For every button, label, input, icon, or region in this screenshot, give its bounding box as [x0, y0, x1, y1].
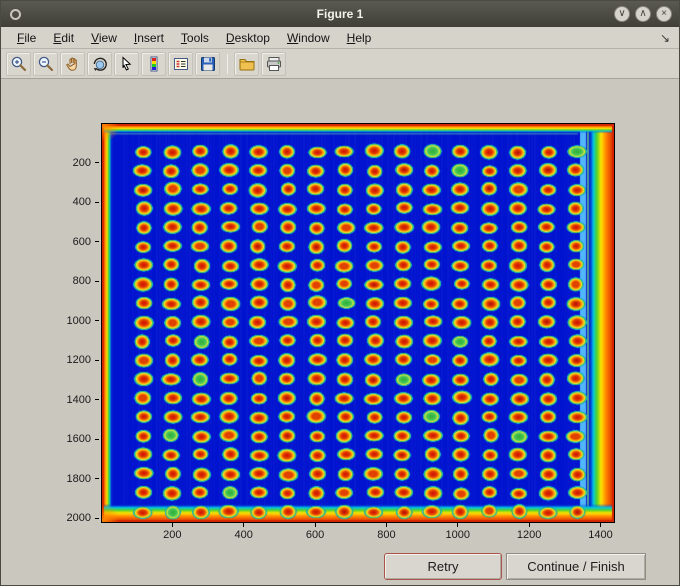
zoom-out-button[interactable]	[33, 51, 58, 76]
titlebar[interactable]: Figure 1 ∨ ∧ ×	[1, 1, 679, 27]
save-button[interactable]	[195, 51, 220, 76]
y-tick-label: 1400	[66, 393, 91, 406]
zoom-in-button[interactable]	[6, 51, 31, 76]
close-button[interactable]: ×	[656, 6, 672, 22]
colorbar-icon	[145, 55, 163, 73]
x-tick-mark	[385, 523, 387, 527]
toolbar-separator	[227, 53, 228, 74]
y-tick-mark	[95, 359, 99, 361]
print-icon	[265, 55, 283, 73]
y-tick-label: 800	[72, 275, 91, 287]
rotate-3d-button[interactable]	[87, 51, 112, 76]
zoom-in-icon	[10, 55, 28, 73]
figure-canvas-area: Retry Continue / Finish 200 400 600 800 1000…	[1, 79, 679, 585]
retry-button[interactable]: Retry	[384, 553, 502, 580]
x-tick-label: 1400	[588, 529, 613, 541]
menu-help[interactable]: Help	[339, 28, 381, 48]
window-controls: ∨ ∧ ×	[614, 6, 672, 22]
menu-desktop[interactable]: Desktop	[218, 28, 279, 48]
colorbar-button[interactable]	[141, 51, 166, 76]
rotate-3d-icon	[91, 55, 109, 73]
y-tick-label: 600	[72, 235, 91, 248]
figure-toolbar	[1, 49, 679, 79]
x-tick-mark	[600, 523, 601, 527]
x-tick-mark	[528, 523, 530, 527]
menu-tools[interactable]: Tools	[173, 28, 218, 48]
y-tick-mark	[95, 320, 99, 322]
data-cursor-button[interactable]	[114, 51, 139, 76]
x-tick-mark	[171, 523, 173, 527]
y-tick-label: 200	[72, 156, 91, 169]
y-tick-mark	[95, 201, 99, 203]
menu-view[interactable]: View	[83, 28, 126, 48]
open-button[interactable]	[234, 51, 259, 76]
y-tick-label: 2000	[66, 512, 91, 525]
x-tick-mark	[243, 523, 245, 527]
y-tick-mark	[95, 517, 99, 519]
x-tick-label: 1200	[516, 529, 542, 541]
y-tick-label: 1600	[66, 433, 91, 446]
microarray-image	[102, 124, 614, 522]
y-tick-mark	[95, 280, 99, 282]
open-icon	[238, 55, 256, 73]
y-tick-label: 1200	[66, 354, 91, 367]
menu-bar: File Edit View Insert Tools Desktop Window Help…	[1, 27, 679, 49]
x-tick-label: 600	[305, 529, 325, 541]
y-tick-mark	[95, 241, 99, 242]
y-tick-label: 1000	[66, 314, 91, 327]
insert-legend-icon	[172, 55, 190, 73]
x-tick-label: 1000	[445, 529, 471, 541]
menu-window[interactable]: Window	[279, 28, 339, 48]
y-tick-label: 1800	[66, 472, 91, 485]
y-tick-mark	[95, 438, 99, 440]
y-tick-mark	[95, 399, 99, 401]
y-tick-mark	[95, 162, 99, 163]
maximize-button[interactable]: ∧	[635, 6, 651, 22]
y-tick-mark	[95, 478, 99, 480]
x-tick-mark	[314, 523, 316, 527]
window-icon	[10, 8, 21, 20]
pan-button[interactable]	[60, 51, 85, 76]
insert-legend-button[interactable]	[168, 51, 193, 76]
zoom-out-icon	[37, 55, 55, 73]
image-plot	[101, 123, 615, 523]
save-icon	[199, 55, 217, 73]
y-tick-label: 400	[72, 196, 91, 208]
x-tick-label: 200	[163, 529, 182, 541]
menu-edit[interactable]: Edit	[45, 28, 83, 48]
figure-window: Figure 1 ∨ ∧ × File Edit View Insert Tools Desk…	[0, 0, 680, 586]
menu-insert[interactable]: Insert	[126, 28, 173, 48]
x-tick-mark	[457, 523, 459, 527]
minimize-button[interactable]: ∨	[614, 6, 630, 22]
data-cursor-icon	[118, 55, 136, 73]
menu-file[interactable]: File	[9, 28, 45, 48]
print-button[interactable]	[261, 51, 286, 76]
x-tick-label: 400	[234, 529, 253, 541]
dock-figure-icon[interactable]: ↘	[660, 31, 670, 45]
pan-icon	[64, 55, 82, 73]
continue-finish-button[interactable]: Continue / Finish	[506, 553, 646, 580]
window-title: Figure 1	[316, 7, 364, 21]
x-tick-label: 800	[377, 529, 396, 541]
